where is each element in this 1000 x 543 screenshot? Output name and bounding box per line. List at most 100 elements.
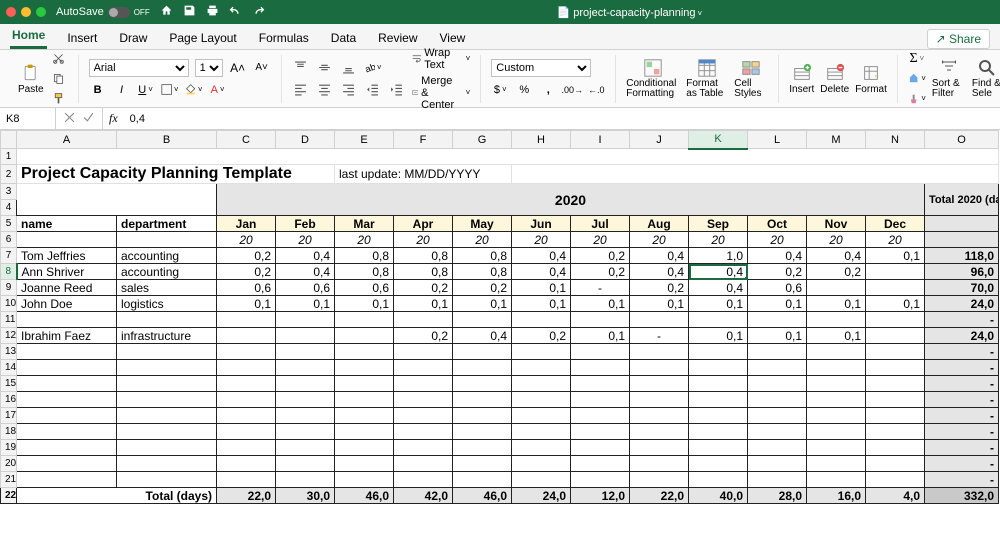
cell[interactable] [17, 232, 117, 248]
days-cell[interactable]: 20 [453, 232, 512, 248]
row-12-header[interactable]: 12 [1, 328, 17, 344]
data-cell[interactable] [512, 408, 571, 424]
row-total-cell[interactable]: - [925, 456, 999, 472]
decrease-decimal-icon[interactable]: ←.0 [587, 81, 605, 99]
data-cell[interactable] [571, 472, 630, 488]
row-7-header[interactable]: 7 [1, 248, 17, 264]
fx-icon[interactable]: fx [103, 111, 124, 126]
data-cell[interactable] [748, 472, 807, 488]
dept-cell[interactable] [117, 312, 217, 328]
total-cell[interactable]: 16,0 [807, 488, 866, 504]
col-F[interactable]: F [394, 131, 453, 149]
cell[interactable] [117, 232, 217, 248]
name-cell[interactable] [17, 440, 117, 456]
data-cell[interactable] [748, 440, 807, 456]
grand-total-cell[interactable]: 332,0 [925, 488, 999, 504]
month-header[interactable]: Aug [630, 216, 689, 232]
data-cell[interactable] [394, 456, 453, 472]
row-11-header[interactable]: 11 [1, 312, 17, 328]
data-cell[interactable] [394, 424, 453, 440]
data-cell[interactable]: 0,1 [217, 296, 276, 312]
month-header[interactable]: Mar [335, 216, 394, 232]
month-header[interactable]: Dec [866, 216, 925, 232]
data-cell[interactable] [453, 312, 512, 328]
align-right-icon[interactable] [340, 81, 358, 99]
data-cell[interactable]: 0,1 [807, 328, 866, 344]
data-cell[interactable]: 0,2 [748, 264, 807, 280]
data-cell[interactable]: 0,1 [630, 296, 689, 312]
sheet-title[interactable]: Project Capacity Planning Template [17, 165, 335, 184]
data-cell[interactable] [394, 408, 453, 424]
data-cell[interactable] [217, 312, 276, 328]
col-B[interactable]: B [117, 131, 217, 149]
month-header[interactable]: Jan [217, 216, 276, 232]
col-O[interactable]: O [925, 131, 999, 149]
increase-indent-icon[interactable] [388, 81, 406, 99]
sort-filter-button[interactable]: Sort & Filter [932, 58, 966, 99]
data-cell[interactable] [866, 392, 925, 408]
data-cell[interactable]: - [630, 328, 689, 344]
data-cell[interactable]: 0,2 [217, 264, 276, 280]
col-C[interactable]: C [217, 131, 276, 149]
row-4-header[interactable]: 4 [1, 200, 17, 216]
data-cell[interactable] [217, 472, 276, 488]
data-cell[interactable]: 0,1 [512, 280, 571, 296]
align-bottom-icon[interactable] [340, 59, 358, 77]
data-cell[interactable] [453, 456, 512, 472]
paste-button[interactable]: Paste [18, 63, 44, 95]
data-cell[interactable] [866, 472, 925, 488]
format-as-table-button[interactable]: Format as Table [686, 58, 728, 99]
data-cell[interactable] [276, 392, 335, 408]
data-cell[interactable] [807, 376, 866, 392]
data-cell[interactable] [335, 360, 394, 376]
cell[interactable] [925, 216, 999, 232]
minimize-window-icon[interactable] [21, 7, 31, 17]
name-cell[interactable] [17, 424, 117, 440]
accept-formula-icon[interactable] [83, 112, 94, 126]
name-header[interactable]: name [17, 216, 117, 232]
data-cell[interactable] [276, 424, 335, 440]
data-cell[interactable] [689, 312, 748, 328]
data-cell[interactable] [512, 360, 571, 376]
data-cell[interactable]: 0,4 [748, 248, 807, 264]
row-total-cell[interactable]: - [925, 408, 999, 424]
data-cell[interactable] [276, 344, 335, 360]
row-total-cell[interactable]: - [925, 424, 999, 440]
data-cell[interactable] [453, 440, 512, 456]
align-left-icon[interactable] [292, 81, 310, 99]
data-cell[interactable] [630, 472, 689, 488]
data-cell[interactable]: 0,1 [748, 328, 807, 344]
clear-icon[interactable]: ˅ [908, 90, 926, 108]
data-cell[interactable] [689, 392, 748, 408]
month-header[interactable]: Apr [394, 216, 453, 232]
data-cell[interactable] [807, 424, 866, 440]
days-cell[interactable]: 20 [335, 232, 394, 248]
data-cell[interactable] [630, 408, 689, 424]
totals-label[interactable]: Total (days) [17, 488, 217, 504]
data-cell[interactable]: 0,2 [512, 328, 571, 344]
data-cell[interactable] [276, 440, 335, 456]
dept-cell[interactable]: sales [117, 280, 217, 296]
col-K[interactable]: K [689, 131, 748, 149]
row-17-header[interactable]: 17 [1, 408, 17, 424]
data-cell[interactable] [571, 392, 630, 408]
data-cell[interactable] [335, 456, 394, 472]
data-cell[interactable]: 0,8 [394, 264, 453, 280]
autosum-icon[interactable]: Σ˅ [908, 50, 926, 68]
undo-icon[interactable] [229, 4, 242, 20]
month-header[interactable]: May [453, 216, 512, 232]
data-cell[interactable]: 0,6 [217, 280, 276, 296]
data-cell[interactable] [276, 360, 335, 376]
data-cell[interactable] [217, 328, 276, 344]
data-cell[interactable]: 0,1 [571, 296, 630, 312]
data-cell[interactable] [807, 440, 866, 456]
total-cell[interactable]: 12,0 [571, 488, 630, 504]
fill-icon[interactable]: ˅ [908, 70, 926, 88]
data-cell[interactable] [335, 392, 394, 408]
data-cell[interactable] [866, 328, 925, 344]
dept-cell[interactable]: accounting [117, 248, 217, 264]
redo-icon[interactable] [252, 4, 265, 20]
row-total-cell[interactable]: - [925, 440, 999, 456]
data-cell[interactable] [571, 424, 630, 440]
dept-cell[interactable] [117, 424, 217, 440]
